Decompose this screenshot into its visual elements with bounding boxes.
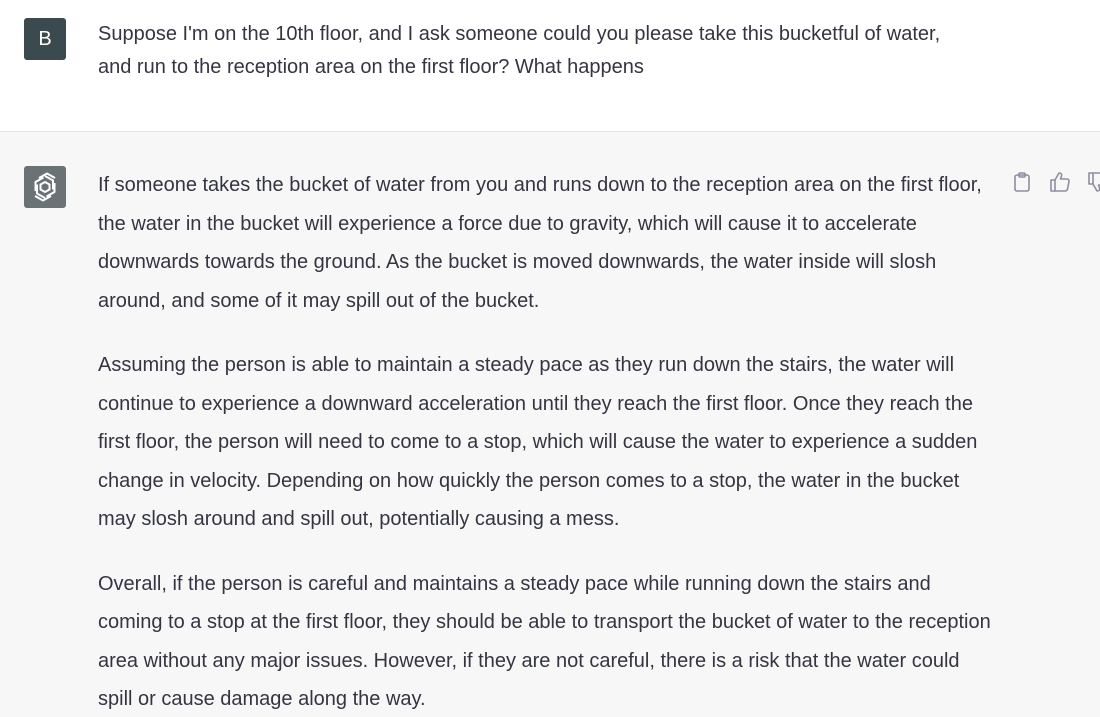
user-message-text: Suppose I'm on the 10th floor, and I ask… [98,23,941,78]
clipboard-icon [1014,172,1030,192]
user-message-row: B Suppose I'm on the 10th floor, and I a… [0,0,1100,132]
copy-button[interactable] [1010,170,1034,194]
message-actions [1010,170,1100,194]
assistant-message-text: If someone takes the bucket of water fro… [98,166,998,717]
assistant-paragraph: If someone takes the bucket of water fro… [98,174,982,312]
assistant-paragraph: Assuming the person is able to maintain … [98,354,978,530]
user-avatar: B [24,18,66,60]
user-avatar-initial: B [38,27,52,50]
assistant-paragraph: Overall, if the person is careful and ma… [98,572,991,711]
assistant-avatar [24,166,66,208]
thumbs-up-icon [1050,172,1070,192]
assistant-message-row: If someone takes the bucket of water fro… [0,132,1100,717]
chat-page: B Suppose I'm on the 10th floor, and I a… [0,0,1100,717]
dislike-button[interactable] [1086,170,1100,194]
like-button[interactable] [1048,170,1072,194]
thumbs-down-icon [1088,172,1100,192]
openai-logo-icon [34,172,56,202]
